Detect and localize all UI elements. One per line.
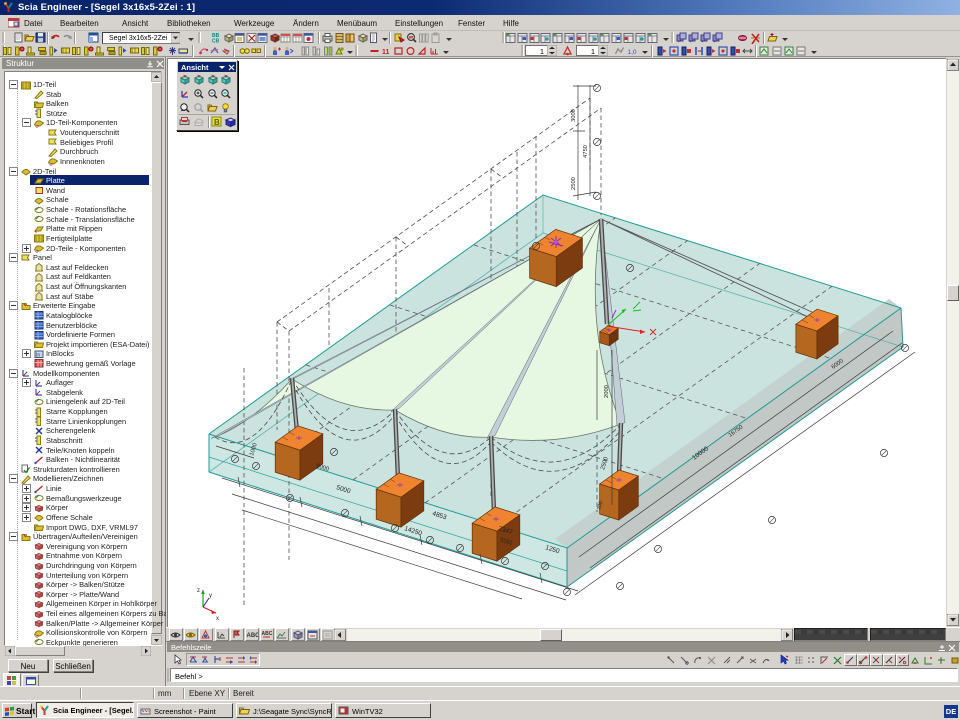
svg-text:4750: 4750 xyxy=(583,145,589,158)
svg-text:x: x xyxy=(216,616,219,622)
svg-text:1,0: 1,0 xyxy=(628,49,637,56)
svg-text:B: B xyxy=(214,118,220,127)
svg-text:2500: 2500 xyxy=(571,177,577,190)
svg-text:z: z xyxy=(197,588,200,594)
svg-text:In: In xyxy=(36,352,40,358)
svg-text:2000: 2000 xyxy=(604,385,610,398)
svg-text:11: 11 xyxy=(382,49,390,56)
svg-text:y: y xyxy=(209,593,212,599)
svg-text:3000: 3000 xyxy=(571,109,577,122)
svg-text:ABC: ABC xyxy=(247,633,259,639)
svg-text:ABC: ABC xyxy=(262,631,273,637)
